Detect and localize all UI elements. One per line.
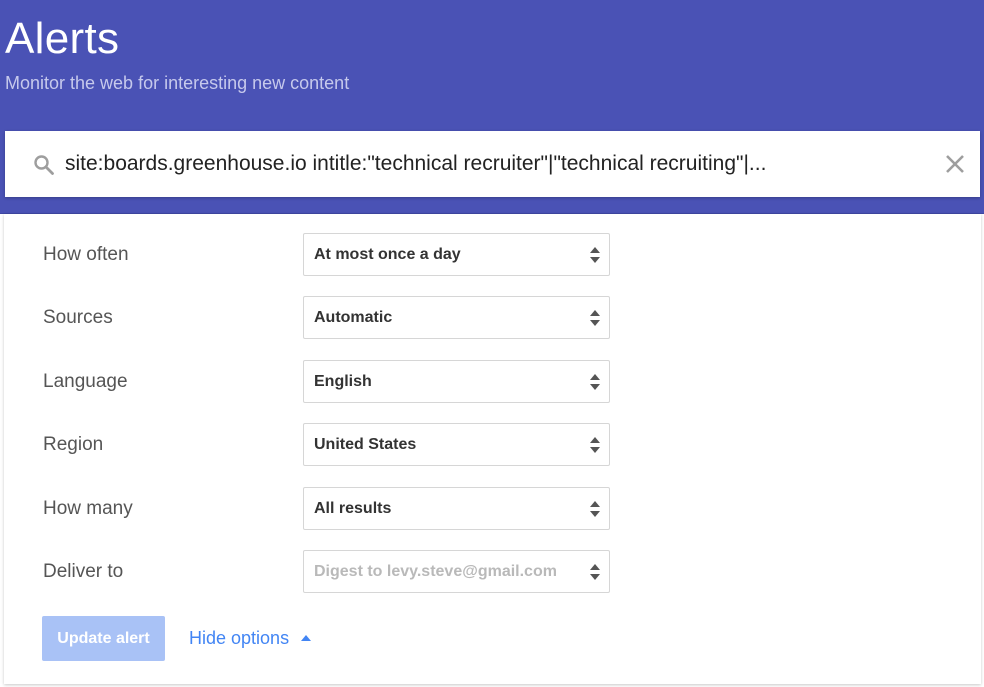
how-often-select[interactable]: At most once a day xyxy=(303,233,610,276)
option-label: Language xyxy=(43,371,128,392)
select-value: Digest to levy.steve@gmail.com xyxy=(314,563,557,580)
select-value: At most once a day xyxy=(314,246,461,263)
region-select[interactable]: United States xyxy=(303,423,610,466)
search-input[interactable] xyxy=(65,145,925,183)
select-value: United States xyxy=(314,436,417,453)
alert-options-panel: How often At most once a day Sources Aut… xyxy=(4,214,981,684)
option-label: Sources xyxy=(43,307,113,328)
updown-arrow-icon xyxy=(590,247,600,263)
updown-arrow-icon xyxy=(590,501,600,517)
language-select[interactable]: English xyxy=(303,360,610,403)
select-value: Automatic xyxy=(314,309,393,326)
page-title: Alerts xyxy=(5,14,120,63)
option-row-how-many: How many All results xyxy=(4,487,981,531)
select-value: English xyxy=(314,373,372,390)
updown-arrow-icon xyxy=(590,374,600,390)
search-icon xyxy=(34,155,54,175)
deliver-to-select[interactable]: Digest to levy.steve@gmail.com xyxy=(303,550,610,593)
page-subtitle: Monitor the web for interesting new cont… xyxy=(5,73,350,93)
updown-arrow-icon xyxy=(590,437,600,453)
updown-arrow-icon xyxy=(590,310,600,326)
update-alert-button[interactable]: Update alert xyxy=(42,616,165,661)
search-box xyxy=(5,131,980,197)
close-icon[interactable] xyxy=(943,152,967,176)
caret-up-icon xyxy=(301,635,312,641)
sources-select[interactable]: Automatic xyxy=(303,296,610,339)
option-row-sources: Sources Automatic xyxy=(4,296,981,340)
option-label: How many xyxy=(43,498,133,519)
option-label: Deliver to xyxy=(43,561,124,582)
option-row-how-often: How often At most once a day xyxy=(4,233,981,277)
hide-options-link[interactable]: Hide options xyxy=(189,626,313,650)
option-row-deliver-to: Deliver to Digest to levy.steve@gmail.co… xyxy=(4,550,981,594)
how-many-select[interactable]: All results xyxy=(303,487,610,530)
option-label: How often xyxy=(43,244,129,265)
option-row-region: Region United States xyxy=(4,423,981,467)
hide-options-label: Hide options xyxy=(189,627,290,648)
select-value: All results xyxy=(314,500,392,517)
updown-arrow-icon xyxy=(590,564,600,580)
option-row-language: Language English xyxy=(4,360,981,404)
alerts-header: Alerts Monitor the web for interesting n… xyxy=(0,0,984,214)
option-label: Region xyxy=(43,434,104,455)
